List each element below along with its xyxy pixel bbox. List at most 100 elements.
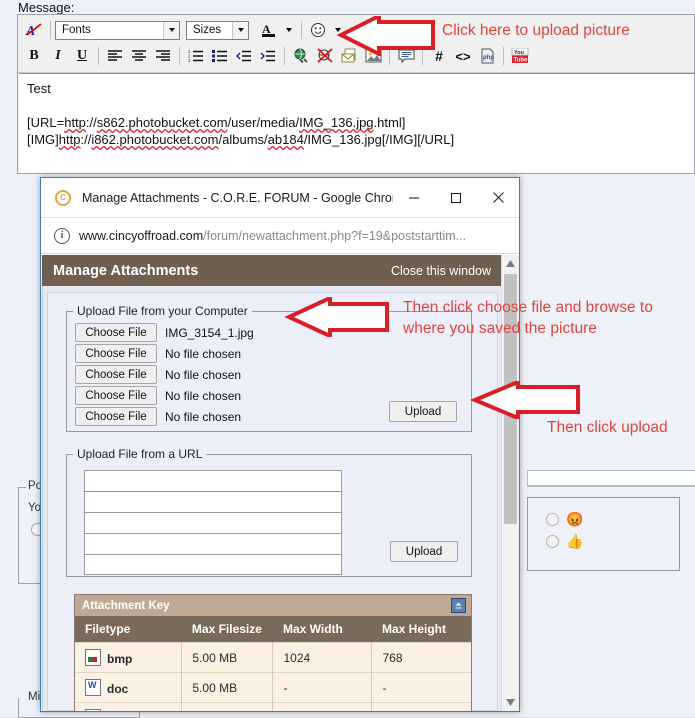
svg-text:php: php: [483, 55, 494, 61]
cell-max-height: -: [371, 672, 471, 703]
url-input-list: [84, 470, 342, 575]
toolbar-divider: [179, 47, 180, 65]
align-right-button[interactable]: [151, 45, 175, 67]
remove-link-icon[interactable]: [313, 45, 337, 67]
cell-max-width: 1024: [272, 702, 373, 711]
choose-file-button[interactable]: Choose File: [75, 323, 157, 342]
scroll-down-arrow-icon[interactable]: [502, 694, 519, 711]
font-color-icon[interactable]: A: [257, 19, 281, 41]
radio-button[interactable]: [546, 512, 559, 526]
scroll-up-arrow-icon[interactable]: [502, 255, 519, 272]
annotation-upload-picture: Click here to upload picture: [442, 22, 630, 39]
dialog-inner-panel: Upload File from your Computer Choose Fi…: [47, 292, 498, 711]
file-name-label: No file chosen: [165, 367, 242, 382]
radio-button[interactable]: [546, 534, 559, 548]
toolbar-divider: [284, 47, 285, 65]
indent-button[interactable]: [256, 45, 280, 67]
url-domain: www.cincyoffroad.com: [79, 228, 204, 243]
page-info-icon[interactable]: i: [54, 227, 70, 244]
url-input[interactable]: [84, 512, 342, 533]
file-row: Choose File No file chosen: [75, 343, 471, 364]
annotation-choose-file: Then click choose file and browse to whe…: [403, 297, 653, 339]
attachment-key-grid: Filetype Max Filesize Max Width Max Heig…: [75, 616, 471, 711]
upload-file-button[interactable]: Upload: [389, 401, 457, 422]
svg-text:You: You: [514, 50, 524, 56]
table-header-row: Filetype Max Filesize Max Width Max Heig…: [75, 616, 471, 643]
align-center-button[interactable]: [127, 45, 151, 67]
cell-max-height: 768: [371, 642, 471, 673]
bold-button[interactable]: B: [22, 45, 46, 67]
file-row: Choose File No file chosen: [75, 364, 471, 385]
message-line-2: [URL=http://s862.photobucket.com/user/me…: [27, 115, 406, 130]
message-textarea[interactable]: Test [URL=http://s862.photobucket.com/us…: [19, 73, 694, 173]
table-row: doc 5.00 MB - -: [75, 672, 471, 703]
column-filetype: Filetype: [75, 616, 182, 643]
close-button[interactable]: [477, 178, 519, 217]
chrome-title-bar[interactable]: C Manage Attachments - C.O.R.E. FORUM - …: [41, 178, 519, 218]
youtube-icon[interactable]: You Tube: [508, 45, 532, 67]
annotation-arrow-choose-file: [284, 297, 389, 337]
font-size-value: Sizes: [193, 24, 222, 36]
chevron-down-icon: [232, 21, 248, 39]
ordered-list-button[interactable]: 123: [184, 45, 208, 67]
table-row: bmp 5.00 MB 1024 768: [75, 642, 471, 673]
attachment-key-header: Attachment Key: [75, 595, 471, 616]
php-code-icon[interactable]: php: [475, 45, 499, 67]
file-name-label: No file chosen: [165, 346, 242, 361]
cell-max-height: 768: [371, 702, 471, 711]
chevron-down-icon[interactable]: [286, 28, 292, 32]
html-code-button[interactable]: <>: [451, 45, 475, 67]
font-size-select[interactable]: Sizes: [186, 20, 249, 40]
column-max-width: Max Width: [272, 616, 372, 643]
chevron-down-icon: [163, 21, 179, 39]
url-input[interactable]: [84, 470, 342, 491]
cell-filetype: gif: [75, 702, 183, 711]
cell-filesize: 5.00 MB: [181, 702, 274, 711]
dialog-body: Upload File from your Computer Choose Fi…: [42, 286, 502, 711]
minimize-button[interactable]: [393, 178, 435, 217]
chrome-address-bar[interactable]: i www.cincyoffroad.com/forum/newattachme…: [41, 218, 519, 254]
upload-url-button[interactable]: Upload: [390, 541, 458, 562]
annotation-arrow-upload-toolbar: [336, 16, 435, 56]
forum-favicon: C: [55, 189, 71, 206]
angry-face-icon: 😡: [566, 511, 584, 527]
url-input[interactable]: [84, 533, 342, 554]
url-path: /forum/newattachment.php?f=19&poststartt…: [203, 228, 467, 243]
choose-file-button[interactable]: Choose File: [75, 407, 157, 426]
cell-max-width: -: [272, 672, 373, 703]
insert-link-icon[interactable]: [289, 45, 313, 67]
smilies-icon[interactable]: [306, 19, 330, 41]
svg-text:3: 3: [188, 58, 191, 63]
maximize-button[interactable]: [435, 178, 477, 217]
upload-from-url-legend: Upload File from a URL: [77, 447, 203, 461]
toolbar-row-2: B I U 123 # <> php You Tube: [22, 43, 532, 69]
choose-file-button[interactable]: Choose File: [75, 344, 157, 363]
background-divider: [527, 486, 695, 490]
thumbs-up-icon: 👍: [566, 533, 584, 549]
close-this-window-link[interactable]: Close this window: [391, 264, 491, 278]
address-bar-url[interactable]: www.cincyoffroad.com/forum/newattachment…: [79, 229, 466, 243]
file-name-label: No file chosen: [165, 388, 242, 403]
align-left-button[interactable]: [103, 45, 127, 67]
remove-formatting-icon[interactable]: A: [22, 19, 46, 41]
font-family-select[interactable]: Fonts: [55, 20, 180, 40]
url-input[interactable]: [84, 554, 342, 575]
table-row: gif 5.00 MB 1024 768: [75, 702, 471, 711]
chrome-window[interactable]: C Manage Attachments - C.O.R.E. FORUM - …: [40, 177, 520, 712]
choose-file-button[interactable]: Choose File: [75, 386, 157, 405]
annotation-then-click-upload: Then click upload: [547, 419, 668, 436]
italic-button[interactable]: I: [46, 45, 70, 67]
outdent-button[interactable]: [232, 45, 256, 67]
cell-max-width: 1024: [272, 642, 373, 673]
url-input[interactable]: [84, 491, 342, 512]
choose-file-button[interactable]: Choose File: [75, 365, 157, 384]
message-label: Message:: [18, 0, 75, 15]
annotation-arrow-upload-button: [470, 381, 580, 419]
message-line-3: [IMG]http://i862.photobucket.com/albums/…: [27, 132, 455, 147]
toolbar-divider: [98, 47, 99, 65]
underline-button[interactable]: U: [70, 45, 94, 67]
unordered-list-button[interactable]: [208, 45, 232, 67]
rating-option-positive[interactable]: 👍: [546, 534, 583, 548]
rating-option-negative[interactable]: 😡: [546, 512, 583, 526]
collapse-icon[interactable]: [451, 598, 466, 613]
